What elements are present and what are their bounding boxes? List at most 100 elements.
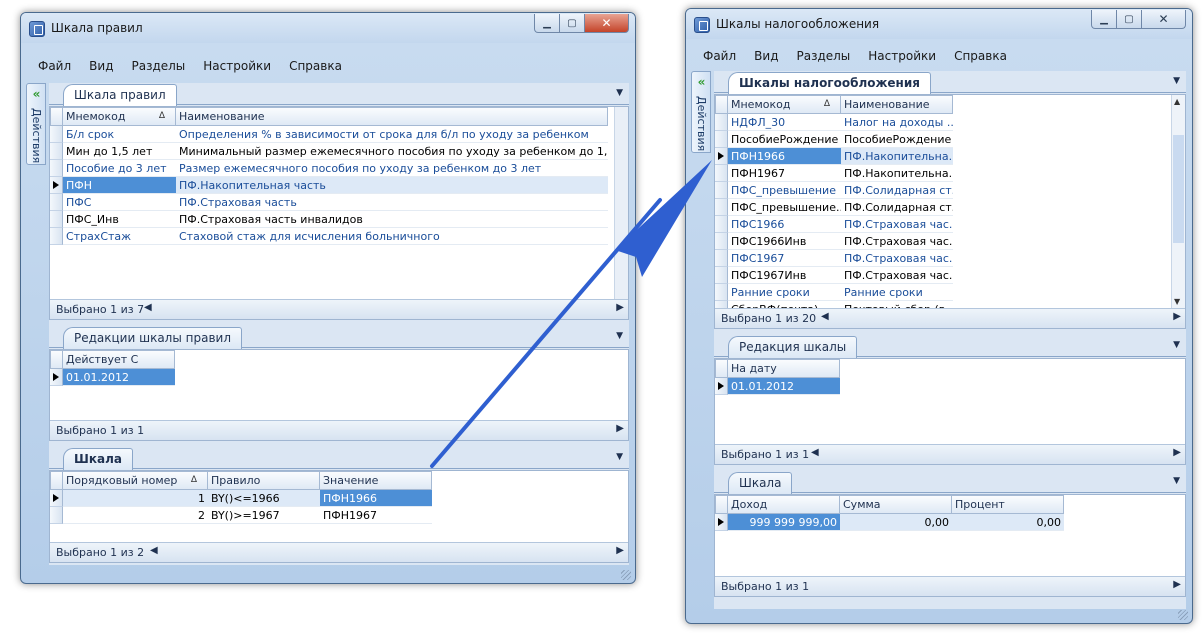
column-header-name[interactable]: Наименование — [841, 95, 953, 114]
table-row[interactable]: Пособие до 3 лет Размер ежемесячного посо… — [50, 160, 614, 177]
menu-view[interactable]: Вид — [80, 59, 122, 73]
cell-code[interactable]: Мин до 1,5 лет — [63, 143, 176, 160]
cell-name[interactable]: ПФ.Накопительная часть — [176, 177, 608, 194]
maximize-button[interactable]: ▢ — [1117, 10, 1142, 29]
cell-name[interactable]: ПФ.Страховая часть — [176, 194, 608, 211]
menu-file[interactable]: Файл — [29, 59, 80, 73]
column-header-rule[interactable]: Правило — [208, 471, 320, 490]
actions-sidebar-tab[interactable]: « Действия — [26, 83, 46, 165]
cell-code[interactable]: ПФС1967 — [728, 250, 841, 267]
table-row[interactable]: 999 999 999,00 0,00 0,00 — [715, 514, 1185, 531]
tab-edition[interactable]: Редакция шкалы — [728, 336, 858, 358]
scroll-right-icon[interactable]: ▶ — [616, 423, 624, 434]
cell-code[interactable]: СборВФ(почта) — [728, 301, 841, 308]
collapse-section-icon[interactable]: ▼ — [616, 88, 623, 98]
table-row[interactable]: ПФС1967Инв ПФ.Страховая час... — [715, 267, 1171, 284]
column-header-value[interactable]: Значение — [320, 471, 432, 490]
cell-date[interactable]: 01.01.2012 — [63, 369, 175, 386]
column-header-code[interactable]: Мнемокод Δ — [63, 107, 176, 126]
cell-code[interactable]: ПФС_превышение — [728, 182, 841, 199]
vertical-scrollbar[interactable]: ▲ ▼ — [1171, 95, 1185, 308]
cell-code[interactable]: ПФС_превышение... — [728, 199, 841, 216]
cell-name[interactable]: ПФ.Страховая часть инвалидов — [176, 211, 608, 228]
cell-code[interactable]: ПФН1967 — [728, 165, 841, 182]
cell-code[interactable]: ПФС1966 — [728, 216, 841, 233]
cell-code[interactable]: Пособие до 3 лет — [63, 160, 176, 177]
tab-scale[interactable]: Шкала — [63, 448, 133, 470]
cell-name[interactable]: ПФ.Солидарная ст... — [841, 182, 953, 199]
cell-code[interactable]: ПФН1966 — [728, 148, 841, 165]
collapse-section-icon[interactable]: ▼ — [616, 331, 623, 341]
cell-name[interactable]: ПФ.Накопительна... — [841, 165, 953, 182]
cell-order[interactable]: 2 — [63, 507, 208, 524]
close-button[interactable]: ✕ — [585, 14, 629, 33]
table-row[interactable]: 1 BY()<=1966 ПФН1966 — [50, 490, 628, 507]
tab-rules[interactable]: Шкала правил — [63, 84, 177, 106]
scroll-right-icon[interactable]: ▶ — [616, 545, 624, 556]
title-bar[interactable]: Шкалы налогообложения ▁ ▢ ✕ — [686, 9, 1192, 39]
menu-sections[interactable]: Разделы — [122, 59, 194, 73]
scroll-left-icon[interactable]: ◀ — [821, 311, 829, 322]
cell-name[interactable]: Минимальный размер ежемесячного пособия … — [176, 143, 608, 160]
tab-editions[interactable]: Редакции шкалы правил — [63, 327, 242, 349]
tab-scale[interactable]: Шкала — [728, 472, 793, 494]
scroll-down-icon[interactable]: ▼ — [1174, 297, 1180, 306]
scroll-right-icon[interactable]: ▶ — [616, 302, 624, 313]
cell-name[interactable]: Почтовый сбор (в... — [841, 301, 953, 308]
vertical-scrollbar[interactable] — [614, 107, 628, 299]
cell-name[interactable]: Определения % в зависимости от срока для… — [176, 126, 608, 143]
cell-value[interactable]: ПФН1966 — [320, 490, 432, 507]
table-row[interactable]: Б/л срок Определения % в зависимости от с… — [50, 126, 614, 143]
cell-code[interactable]: ПФС_Инв — [63, 211, 176, 228]
menu-sections[interactable]: Разделы — [787, 49, 859, 63]
table-row[interactable]: ПФС ПФ.Страховая часть — [50, 194, 614, 211]
cell-name[interactable]: ПособиеРождение — [841, 131, 953, 148]
cell-code[interactable]: НДФЛ_30 — [728, 114, 841, 131]
title-bar[interactable]: Шкала правил ▁ ▢ ✕ — [21, 13, 635, 43]
cell-sum[interactable]: 0,00 — [840, 514, 952, 531]
column-header-sum[interactable]: Сумма — [840, 495, 952, 514]
cell-rule[interactable]: BY()<=1966 — [208, 490, 320, 507]
table-row[interactable]: ПФС1966 ПФ.Страховая час... — [715, 216, 1171, 233]
column-header-name[interactable]: Наименование — [176, 107, 608, 126]
table-row[interactable]: Мин до 1,5 лет Минимальный размер ежемеся… — [50, 143, 614, 160]
table-row[interactable]: ПФС_превышение ПФ.Солидарная ст... — [715, 182, 1171, 199]
minimize-button[interactable]: ▁ — [534, 14, 560, 33]
cell-name[interactable]: ПФ.Накопительна... — [841, 148, 953, 165]
table-row[interactable]: ПФС1967 ПФ.Страховая час... — [715, 250, 1171, 267]
menu-view[interactable]: Вид — [745, 49, 787, 63]
cell-code[interactable]: Ранние сроки — [728, 284, 841, 301]
scroll-left-icon[interactable]: ◀ — [144, 302, 152, 313]
close-button[interactable]: ✕ — [1142, 10, 1186, 29]
cell-name[interactable]: ПФ.Страховая час... — [841, 267, 953, 284]
cell-code[interactable]: Б/л срок — [63, 126, 176, 143]
table-row[interactable]: Ранние сроки Ранние сроки — [715, 284, 1171, 301]
maximize-button[interactable]: ▢ — [560, 14, 585, 33]
column-header-order[interactable]: Порядковый номер Δ — [63, 471, 208, 490]
cell-code[interactable]: ПФС1967Инв — [728, 267, 841, 284]
table-row[interactable]: ПособиеРождение ПособиеРождение — [715, 131, 1171, 148]
menu-file[interactable]: Файл — [694, 49, 745, 63]
table-row[interactable]: ПФС1966Инв ПФ.Страховая час... — [715, 233, 1171, 250]
table-row[interactable]: НДФЛ_30 Налог на доходы ... — [715, 114, 1171, 131]
resize-grip[interactable] — [621, 570, 631, 580]
menu-help[interactable]: Справка — [945, 49, 1016, 63]
table-row[interactable]: ПФН1966 ПФ.Накопительна... — [715, 148, 1171, 165]
cell-code[interactable]: ПФС — [63, 194, 176, 211]
column-header-income[interactable]: Доход — [728, 495, 840, 514]
table-row[interactable]: 01.01.2012 — [715, 378, 1185, 395]
cell-name[interactable]: Налог на доходы ... — [841, 114, 953, 131]
scroll-right-icon[interactable]: ▶ — [1173, 579, 1181, 590]
scroll-left-icon[interactable]: ◀ — [811, 447, 819, 458]
table-row[interactable]: 2 BY()>=1967 ПФН1967 — [50, 507, 628, 524]
column-header-percent[interactable]: Процент — [952, 495, 1064, 514]
scroll-left-icon[interactable]: ◀ — [150, 545, 158, 556]
cell-name[interactable]: Ранние сроки — [841, 284, 953, 301]
cell-code[interactable]: ПФС1966Инв — [728, 233, 841, 250]
menu-settings[interactable]: Настройки — [194, 59, 280, 73]
cell-name[interactable]: ПФ.Страховая час... — [841, 216, 953, 233]
menu-help[interactable]: Справка — [280, 59, 351, 73]
collapse-section-icon[interactable]: ▼ — [1173, 340, 1180, 350]
collapse-section-icon[interactable]: ▼ — [1173, 476, 1180, 486]
table-row[interactable]: 01.01.2012 — [50, 369, 628, 386]
